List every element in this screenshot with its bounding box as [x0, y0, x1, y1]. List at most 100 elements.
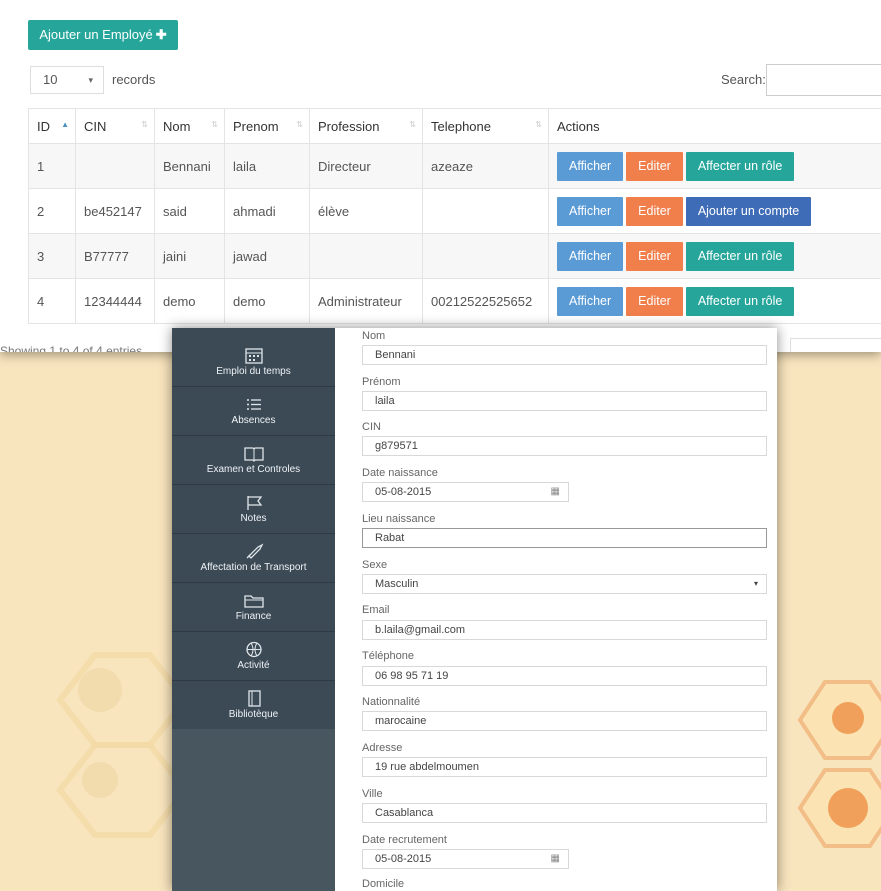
date-recrutement-value: 05-08-2015 — [375, 853, 432, 865]
cell-actions: Afficher Editer Affecter un rôle — [548, 278, 881, 324]
sort-icon: ⇅ — [296, 120, 303, 129]
flag-icon — [246, 496, 262, 510]
pagination[interactable] — [790, 338, 881, 352]
cell-id: 1 — [28, 143, 76, 189]
date-naissance-value: 05-08-2015 — [375, 486, 432, 498]
sexe-value: Masculin — [375, 578, 419, 590]
sidebar-item-finance[interactable]: Finance — [172, 583, 335, 632]
employee-form: Nom Bennani Prénom laila CIN g879571 Dat… — [335, 328, 777, 891]
cell-telephone: azeaze — [422, 143, 549, 189]
show-button[interactable]: Afficher — [557, 151, 624, 181]
chevron-down-icon: ▾ — [88, 75, 93, 85]
nom-field[interactable]: Bennani — [362, 345, 767, 365]
page-length-select[interactable]: 10 ▾ — [30, 66, 104, 94]
sidebar-item-label: Activité — [237, 660, 270, 671]
nationalite-field[interactable]: marocaine — [362, 711, 767, 731]
column-header-id[interactable]: ID ▲ — [28, 108, 76, 144]
cell-profession — [309, 233, 423, 279]
cell-cin: B77777 — [75, 233, 155, 279]
sidebar-item-activite[interactable]: Activité — [172, 632, 335, 681]
sidebar-item-absences[interactable]: Absences — [172, 387, 335, 436]
date-recrutement-field[interactable]: 05-08-2015 ▦ — [362, 849, 569, 869]
show-button[interactable]: Afficher — [557, 196, 624, 226]
folder-icon — [243, 595, 264, 608]
column-header-cin[interactable]: CIN ⇅ — [75, 108, 155, 144]
assign-role-button[interactable]: Affecter un rôle — [685, 151, 795, 181]
sidebar-item-label: Examen et Controles — [206, 464, 301, 475]
employees-panel: Ajouter un Employé ✚ 10 ▾ records Search:… — [0, 0, 881, 352]
search-label: Search: — [721, 72, 766, 87]
calendar-icon[interactable]: ▦ — [551, 483, 560, 501]
table-row: 3 B77777 jaini jawad Afficher Editer Affec… — [28, 233, 881, 279]
assign-role-button[interactable]: Affecter un rôle — [685, 241, 795, 271]
adresse-label: Adresse — [362, 742, 403, 754]
column-header-prenom[interactable]: Prenom ⇅ — [224, 108, 310, 144]
column-header-telephone[interactable]: Telephone ⇅ — [422, 108, 549, 144]
domicile-label: Domicile — [362, 878, 405, 890]
cell-telephone — [422, 233, 549, 279]
prenom-label: Prénom — [362, 376, 401, 388]
sidebar-item-notes[interactable]: Notes — [172, 485, 335, 534]
ville-field[interactable]: Casablanca — [362, 803, 767, 823]
date-naissance-field[interactable]: 05-08-2015 ▦ — [362, 482, 569, 502]
cell-nom: said — [154, 188, 225, 234]
sidebar-footer — [172, 729, 335, 891]
telephone-field[interactable]: 06 98 95 71 19 — [362, 666, 767, 686]
edit-button[interactable]: Editer — [626, 286, 683, 316]
ville-label: Ville — [362, 788, 383, 800]
cell-cin: 12344444 — [75, 278, 155, 324]
sidebar-item-bibliotheque[interactable]: Bibliotèque — [172, 681, 335, 730]
column-header-profession[interactable]: Profession ⇅ — [309, 108, 423, 144]
cell-telephone — [422, 188, 549, 234]
rocket-icon — [246, 543, 263, 559]
cin-label: CIN — [362, 421, 381, 433]
page-length-value: 10 — [43, 72, 58, 87]
sidebar-item-label: Notes — [240, 513, 267, 524]
add-employee-button[interactable]: Ajouter un Employé ✚ — [28, 20, 178, 50]
table-header-row: ID ▲ CIN ⇅ Nom ⇅ Prenom ⇅ Profession ⇅ Teleph… — [28, 108, 881, 144]
calendar-icon — [244, 348, 263, 364]
sidebar-item-emploi-du-temps[interactable]: Emploi du temps — [172, 338, 335, 387]
cin-field[interactable]: g879571 — [362, 436, 767, 456]
edit-button[interactable]: Editer — [626, 151, 683, 181]
cell-telephone: 00212522525652 — [422, 278, 549, 324]
add-account-button[interactable]: Ajouter un compte — [685, 196, 812, 226]
sexe-label: Sexe — [362, 559, 388, 571]
book-icon — [243, 447, 264, 462]
cell-profession: Administrateur — [309, 278, 423, 324]
sort-icon: ⇅ — [211, 120, 218, 129]
sidebar-item-affectation-de-transport[interactable]: Affectation de Transport — [172, 534, 335, 583]
cell-profession: élève — [309, 188, 423, 234]
sidebar-item-label: Absences — [231, 415, 276, 426]
telephone-label: Téléphone — [362, 650, 414, 662]
search-input[interactable] — [766, 64, 881, 96]
sidebar: Emploi du temps Absences Examen et Contr… — [172, 328, 335, 891]
calendar-icon[interactable]: ▦ — [551, 850, 560, 868]
column-header-nom[interactable]: Nom ⇅ — [154, 108, 225, 144]
date-naissance-label: Date naissance — [362, 467, 438, 479]
table-row: 1 Bennani laila Directeur azeaze Affiche… — [28, 143, 881, 189]
edit-button[interactable]: Editer — [626, 241, 683, 271]
date-recrutement-label: Date recrutement — [362, 834, 447, 846]
column-header-actions: Actions — [548, 108, 881, 144]
sidebar-item-examen-et-controles[interactable]: Examen et Controles — [172, 436, 335, 485]
email-field[interactable]: b.laila@gmail.com — [362, 620, 767, 640]
lieu-naissance-field[interactable]: Rabat — [362, 528, 767, 548]
assign-role-button[interactable]: Affecter un rôle — [685, 286, 795, 316]
lieu-naissance-label: Lieu naissance — [362, 513, 436, 525]
edit-button[interactable]: Editer — [626, 196, 683, 226]
prenom-field[interactable]: laila — [362, 391, 767, 411]
show-button[interactable]: Afficher — [557, 241, 624, 271]
cell-id: 3 — [28, 233, 76, 279]
cell-actions: Afficher Editer Affecter un rôle — [548, 233, 881, 279]
email-label: Email — [362, 604, 390, 616]
employee-detail-panel: Emploi du temps Absences Examen et Contr… — [172, 328, 777, 891]
cell-cin: be452147 — [75, 188, 155, 234]
cell-actions: Afficher Editer Affecter un rôle — [548, 143, 881, 189]
cell-nom: demo — [154, 278, 225, 324]
show-button[interactable]: Afficher — [557, 286, 624, 316]
nom-label: Nom — [362, 330, 386, 342]
adresse-field[interactable]: 19 rue abdelmoumen — [362, 757, 767, 777]
sexe-select[interactable]: Masculin ▾ — [362, 574, 767, 594]
sort-icon: ⇅ — [535, 120, 542, 129]
